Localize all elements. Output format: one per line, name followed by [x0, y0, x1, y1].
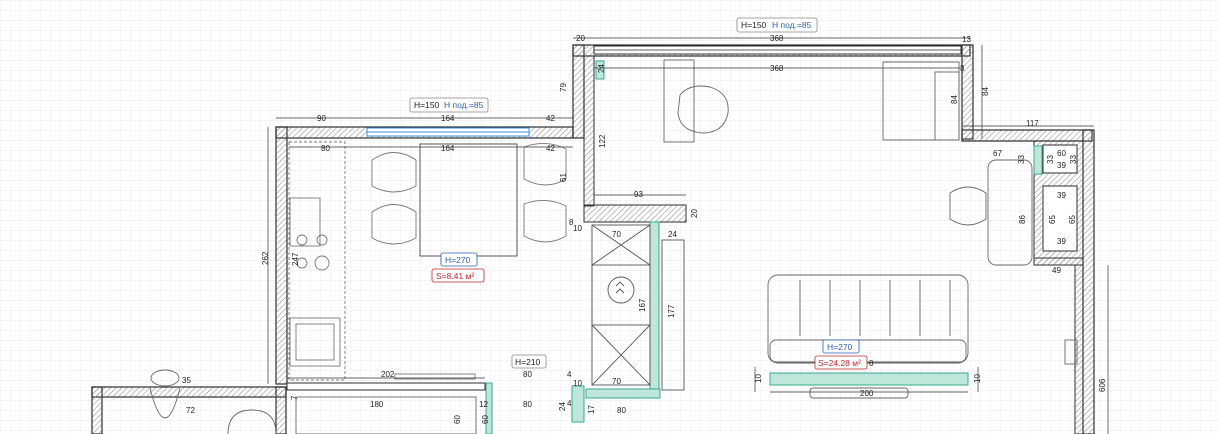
dim-93: 93 — [634, 190, 643, 199]
dim-inner-368: 368 — [770, 64, 784, 73]
dim-10-c: 10 — [973, 374, 982, 383]
dim-top-13: 13 — [962, 35, 971, 44]
dim-84-a: 84 — [950, 95, 959, 104]
dim-3: 3 — [960, 64, 965, 73]
dim-122: 122 — [598, 134, 607, 148]
kitchen-area: S=8.41 м² — [436, 271, 474, 281]
dim-180: 180 — [370, 400, 384, 409]
dim-262: 262 — [261, 251, 270, 265]
window-tag-top: H=150 H под.=85 — [736, 17, 818, 33]
dim-7: 7 — [290, 395, 299, 400]
dim-80-a: 80 — [321, 144, 330, 153]
dim-164-b: 164 — [441, 144, 455, 153]
living-height: H=270 — [827, 342, 853, 352]
dim-17: 17 — [587, 405, 596, 414]
window-tag-height: H=150 — [741, 20, 767, 30]
dim-20: 20 — [690, 209, 699, 218]
dim-39-a: 39 — [1057, 161, 1066, 170]
dim-24-b: 24 — [668, 230, 677, 239]
dim-39-c: 39 — [1057, 237, 1066, 246]
dim-10-a: 10 — [573, 224, 582, 233]
dim-167: 167 — [638, 298, 647, 312]
dim-90: 90 — [317, 114, 326, 123]
dim-72: 72 — [186, 406, 195, 415]
dim-164-a: 164 — [441, 114, 455, 123]
floor-plan: 20 368 13 368 24 3 79 84 84 122 93 20 90… — [0, 0, 1219, 434]
dim-80-c: 80 — [523, 400, 532, 409]
dim-61: 61 — [559, 173, 568, 182]
dim-10-d: 10 — [573, 379, 582, 388]
dim-65-a: 65 — [1048, 215, 1057, 224]
dim-33-a: 33 — [1017, 155, 1026, 164]
dim-42-a: 42 — [546, 114, 555, 123]
dim-24-c: 24 — [558, 402, 567, 411]
dim-12: 12 — [479, 400, 488, 409]
dim-67: 67 — [993, 149, 1002, 158]
dim-606: 606 — [1098, 378, 1107, 392]
dim-117: 117 — [1026, 119, 1039, 128]
dim-top-368: 368 — [770, 34, 784, 43]
dim-top-20: 20 — [576, 34, 585, 43]
dim-60-b: 60 — [481, 415, 490, 424]
dim-60-c: 60 — [453, 415, 462, 424]
dim-60: 60 — [1057, 149, 1066, 158]
window-tag-sill: H под.=85 — [772, 20, 812, 30]
door-tag-height: H=210 — [515, 357, 541, 367]
dim-247: 247 — [291, 252, 300, 266]
dim-177: 177 — [667, 304, 676, 318]
dim-200: 200 — [860, 389, 874, 398]
dim-0: 0 — [869, 359, 874, 368]
dim-65-b: 65 — [1068, 215, 1077, 224]
window-tag-2-height: H=150 — [414, 100, 440, 110]
dim-39-b: 39 — [1057, 191, 1066, 200]
dim-79: 79 — [559, 83, 568, 92]
dim-33-c: 33 — [1069, 155, 1078, 164]
dim-35: 35 — [182, 376, 191, 385]
kitchen-height: H=270 — [445, 255, 471, 265]
window-tag-2-sill: H под.=85 — [444, 100, 484, 110]
dim-80-d: 80 — [617, 406, 626, 415]
dim-4-b: 4 — [567, 399, 572, 408]
dim-86: 86 — [1018, 215, 1027, 224]
window-tag-kitchen: H=150 H под.=85 — [409, 97, 489, 113]
dim-42-b: 42 — [546, 144, 555, 153]
dim-10-b: 10 — [754, 374, 763, 383]
dim-49: 49 — [1052, 266, 1061, 275]
door-tag: H=210 — [511, 354, 547, 369]
dim-70-b: 70 — [612, 377, 621, 386]
dim-4-a: 4 — [567, 370, 572, 379]
dim-33-b: 33 — [1046, 155, 1055, 164]
living-area: S=24.28 м² — [818, 358, 861, 368]
dim-80-b: 80 — [523, 370, 532, 379]
dim-70-a: 70 — [612, 230, 621, 239]
dim-202: 202 — [381, 370, 395, 379]
dim-24: 24 — [597, 64, 606, 73]
dim-84-b: 84 — [981, 87, 990, 96]
